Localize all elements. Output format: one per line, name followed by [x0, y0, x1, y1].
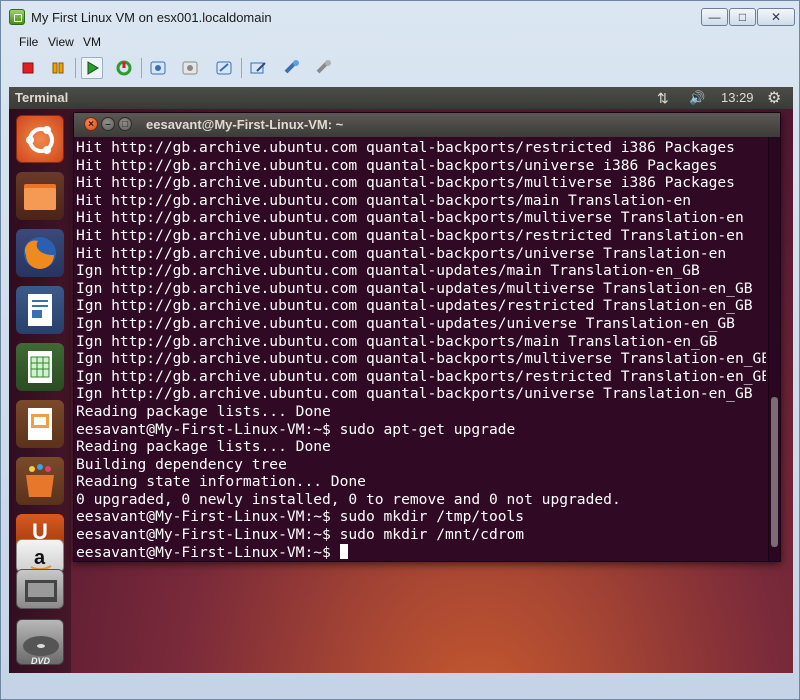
disconnect-device-button[interactable] — [313, 57, 335, 79]
terminal-line: Ign http://gb.archive.ubuntu.com quantal… — [76, 332, 718, 350]
snapshot-manager-icon — [216, 61, 232, 75]
close-button[interactable]: ✕ — [757, 8, 795, 26]
network-icon[interactable]: ⇅ — [657, 90, 669, 107]
power-off-icon — [22, 62, 34, 74]
calc-icon[interactable] — [16, 343, 64, 391]
vm-titlebar[interactable]: My First Linux VM on esx001.localdomain … — [1, 1, 799, 33]
terminal-line: Reading package lists... Done — [76, 438, 331, 456]
terminal-line: Hit http://gb.archive.ubuntu.com quantal… — [76, 191, 692, 209]
stacked-apps-icon[interactable] — [16, 569, 64, 609]
terminal-line: Ign http://gb.archive.ubuntu.com quantal… — [76, 385, 753, 403]
terminal-line: Ign http://gb.archive.ubuntu.com quantal… — [76, 262, 700, 280]
impress-icon[interactable] — [16, 400, 64, 448]
terminal-line: Hit http://gb.archive.ubuntu.com quantal… — [76, 209, 744, 227]
revert-snapshot-button[interactable] — [179, 57, 201, 79]
edit-settings-button[interactable] — [247, 57, 269, 79]
ubuntu-top-panel: Terminal ⇅ 🔊 13:29 ⚙ — [9, 87, 793, 109]
terminal-line: Building dependency tree — [76, 455, 287, 473]
terminal-scrollbar[interactable] — [768, 137, 780, 561]
svg-text:a: a — [34, 547, 46, 569]
terminal-line: Ign http://gb.archive.ubuntu.com quantal… — [76, 350, 766, 368]
terminal-line: Hit http://gb.archive.ubuntu.com quantal… — [76, 139, 735, 156]
terminal-titlebar[interactable]: × – □ eesavant@My-First-Linux-VM: ~ — [74, 113, 780, 137]
terminal-line: Hit http://gb.archive.ubuntu.com quantal… — [76, 244, 727, 262]
terminal-line: Reading package lists... Done — [76, 402, 331, 420]
snapshot-icon — [150, 61, 166, 75]
terminal-minimize-button[interactable]: – — [101, 117, 115, 131]
terminal-line: eesavant@My-First-Linux-VM:~$ — [76, 543, 766, 559]
snapshot-manager-button[interactable] — [213, 57, 235, 79]
edit-settings-icon — [250, 62, 266, 74]
menu-view[interactable]: View — [48, 35, 74, 49]
terminal-close-button[interactable]: × — [84, 117, 98, 131]
amazon-icon[interactable]: a — [16, 539, 64, 573]
power-on-icon — [87, 61, 99, 75]
menu-file[interactable]: File — [19, 35, 38, 49]
menu-bar: File View VM — [1, 33, 799, 53]
terminal-cursor — [339, 543, 348, 559]
terminal-output[interactable]: Hit http://gb.archive.ubuntu.com quantal… — [76, 139, 766, 559]
terminal-line: eesavant@My-First-Linux-VM:~$ sudo mkdir… — [76, 526, 525, 544]
suspend-button[interactable] — [47, 57, 69, 79]
terminal-maximize-button[interactable]: □ — [118, 117, 132, 131]
reset-button[interactable] — [113, 57, 135, 79]
volume-icon[interactable]: 🔊 — [689, 90, 705, 106]
vm-console-window: My First Linux VM on esx001.localdomain … — [0, 0, 800, 700]
terminal-line: Hit http://gb.archive.ubuntu.com quantal… — [76, 174, 735, 192]
revert-snapshot-icon — [182, 61, 198, 75]
terminal-line: eesavant@My-First-Linux-VM:~$ sudo apt-g… — [76, 420, 516, 438]
terminal-line: Ign http://gb.archive.ubuntu.com quantal… — [76, 367, 766, 385]
firefox-icon[interactable] — [16, 229, 64, 277]
terminal-line: Ign http://gb.archive.ubuntu.com quantal… — [76, 314, 735, 332]
guest-screen[interactable]: Terminal ⇅ 🔊 13:29 ⚙ U a DVD × – □ eesav… — [9, 87, 793, 673]
svg-text:DVD: DVD — [31, 656, 51, 666]
terminal-scroll-thumb[interactable] — [771, 397, 778, 547]
vm-window-title: My First Linux VM on esx001.localdomain — [31, 10, 272, 25]
files-icon[interactable] — [16, 172, 64, 220]
terminal-line: Ign http://gb.archive.ubuntu.com quantal… — [76, 279, 753, 297]
power-on-button[interactable] — [81, 57, 103, 79]
session-gear-icon[interactable]: ⚙ — [767, 88, 781, 108]
suspend-icon — [52, 62, 64, 74]
terminal-line: Reading state information... Done — [76, 473, 366, 491]
ubuntu-dash-icon[interactable] — [16, 115, 64, 163]
terminal-line: eesavant@My-First-Linux-VM:~$ sudo mkdir… — [76, 508, 525, 526]
unity-launcher: U a DVD — [9, 109, 71, 673]
terminal-line: Hit http://gb.archive.ubuntu.com quantal… — [76, 156, 718, 174]
disconnect-device-icon — [316, 60, 331, 74]
maximize-button[interactable]: □ — [729, 8, 756, 26]
terminal-title: eesavant@My-First-Linux-VM: ~ — [146, 117, 344, 132]
connect-device-icon — [284, 60, 299, 74]
reset-icon — [116, 60, 132, 76]
snapshot-button[interactable] — [147, 57, 169, 79]
terminal-line: Ign http://gb.archive.ubuntu.com quantal… — [76, 297, 753, 315]
writer-icon[interactable] — [16, 286, 64, 334]
vm-console-icon — [9, 9, 25, 25]
minimize-button[interactable]: — — [701, 8, 728, 26]
panel-app-title: Terminal — [15, 90, 69, 105]
connect-device-button[interactable] — [281, 57, 303, 79]
software-center-icon[interactable] — [16, 457, 64, 505]
terminal-line: 0 upgraded, 0 newly installed, 0 to remo… — [76, 490, 621, 508]
terminal-line: Hit http://gb.archive.ubuntu.com quantal… — [76, 226, 744, 244]
toolbar — [9, 55, 799, 81]
panel-clock[interactable]: 13:29 — [721, 90, 754, 105]
power-off-button[interactable] — [17, 57, 39, 79]
dvd-icon[interactable]: DVD — [16, 619, 64, 666]
menu-vm[interactable]: VM — [83, 35, 101, 49]
terminal-window[interactable]: × – □ eesavant@My-First-Linux-VM: ~ Hit … — [73, 112, 781, 562]
